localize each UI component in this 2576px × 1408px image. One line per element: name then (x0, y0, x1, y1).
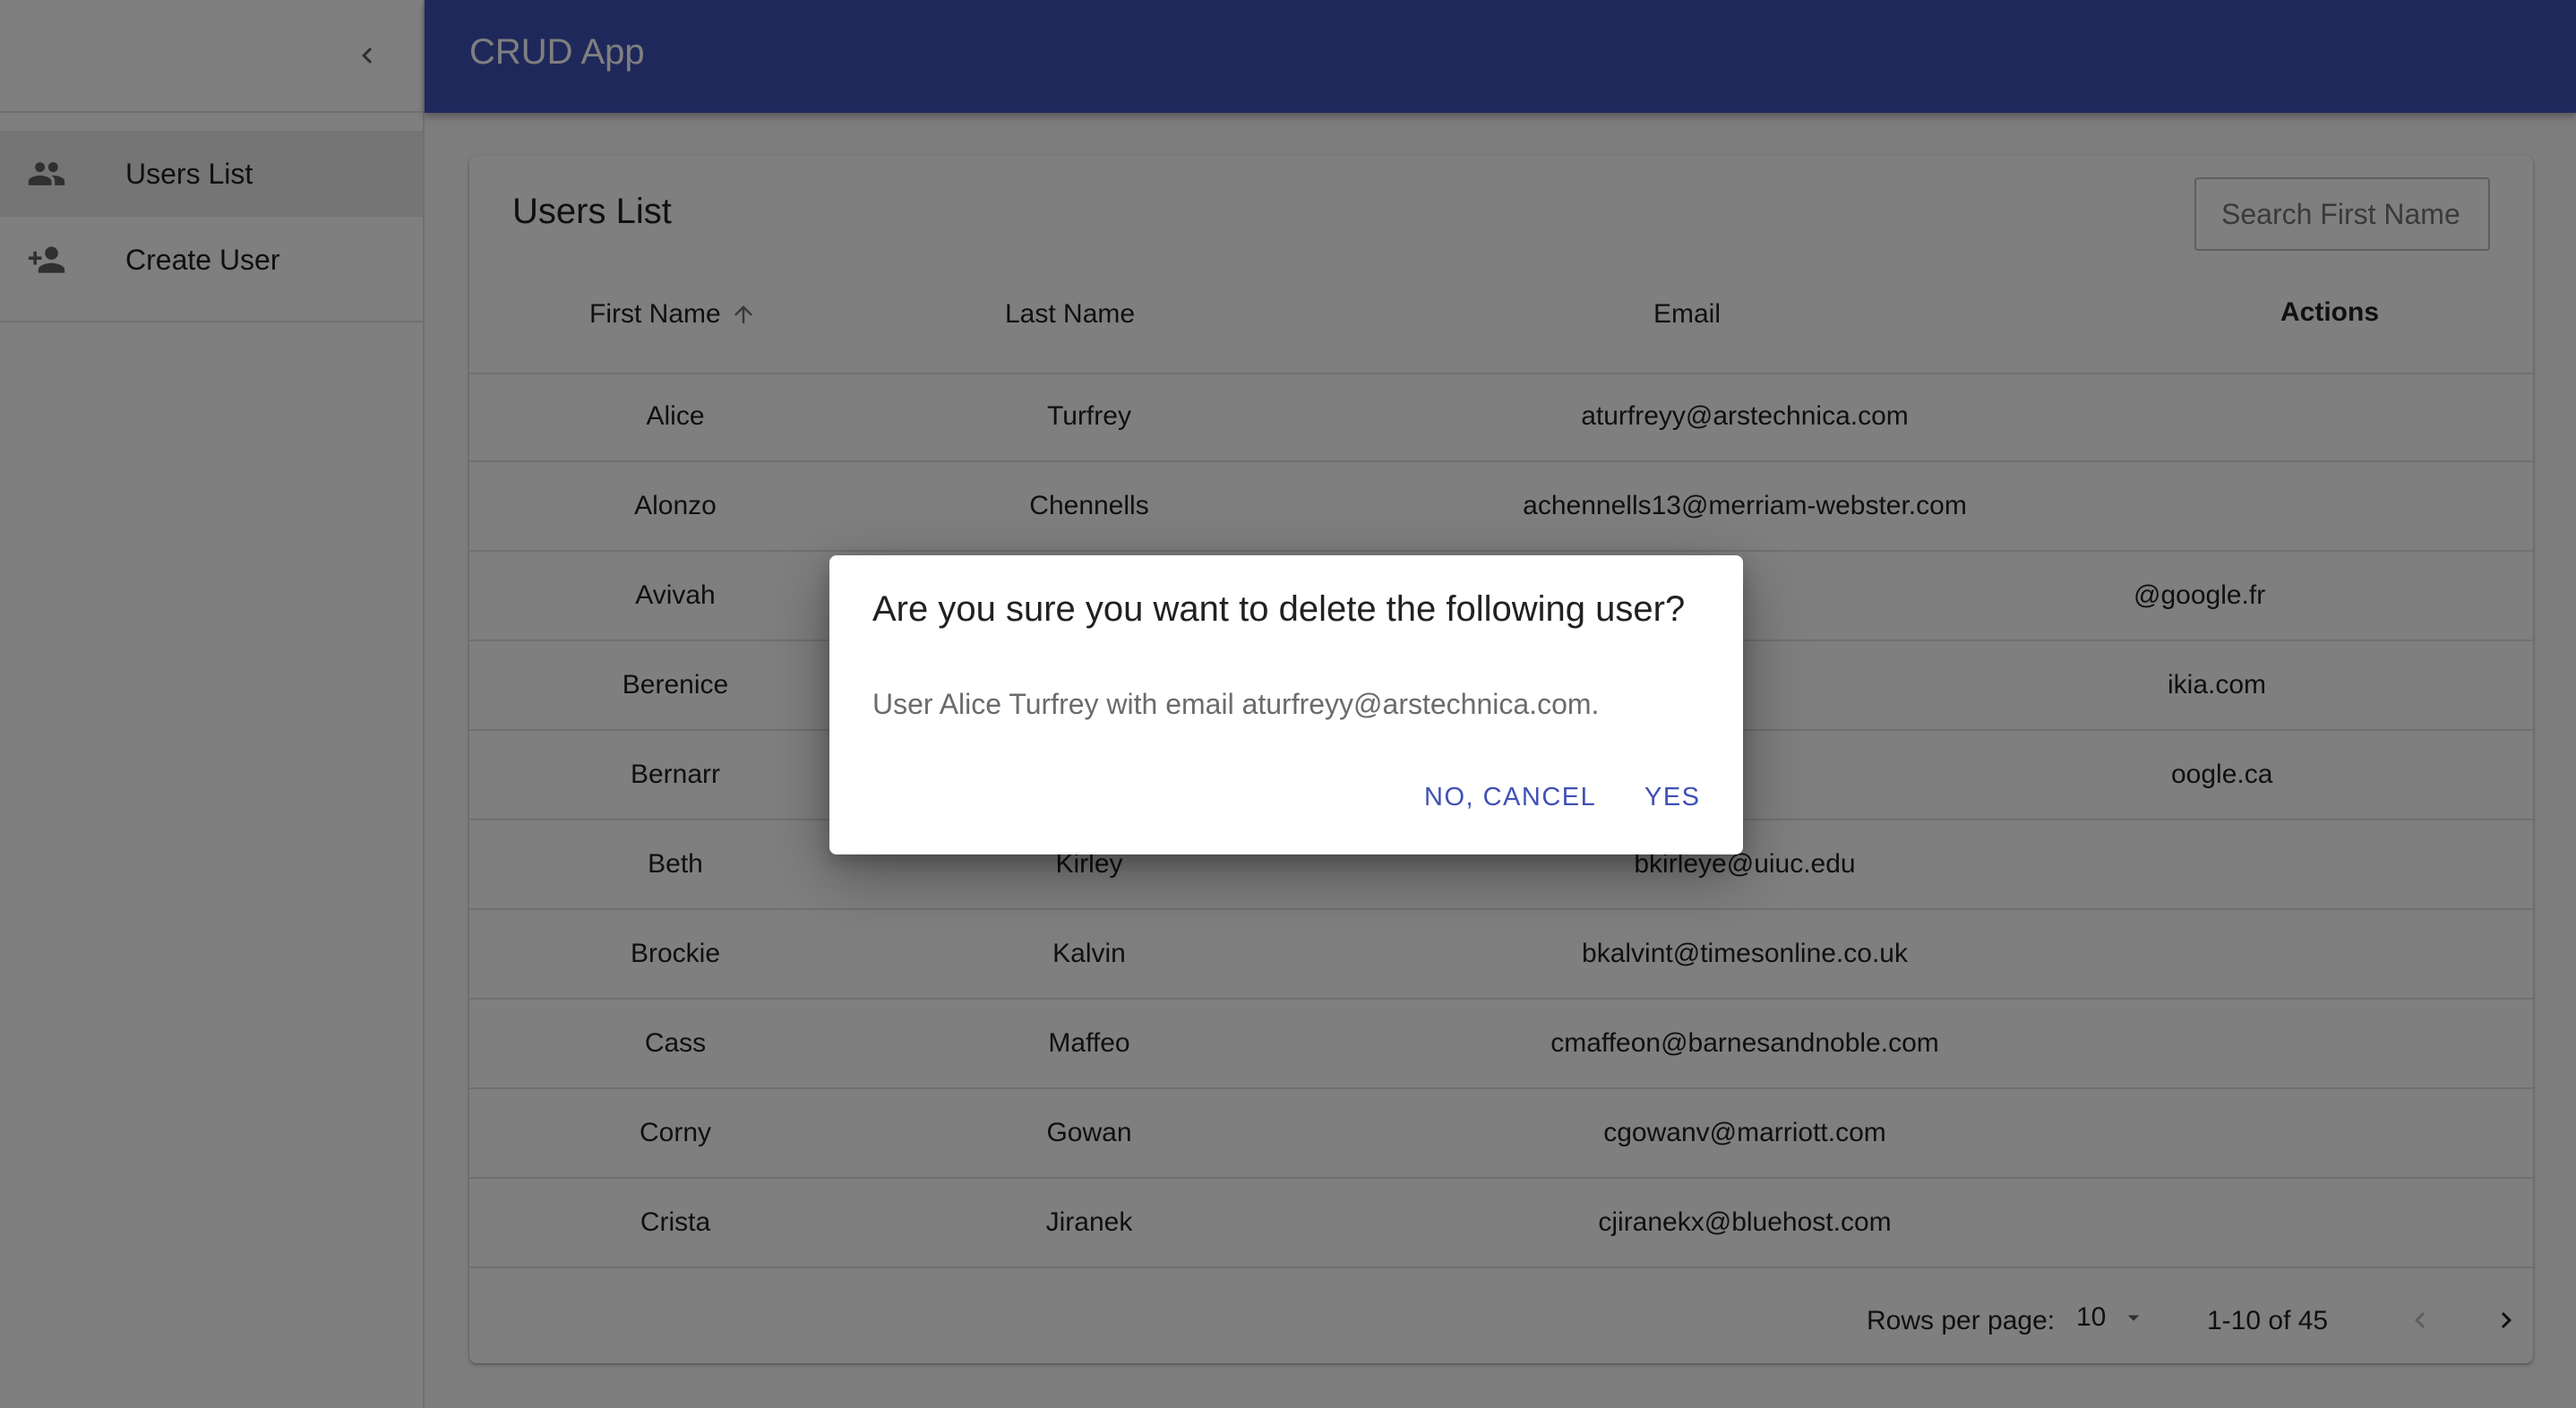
cancel-button[interactable]: NO, CANCEL (1424, 783, 1596, 812)
dialog-title: Are you sure you want to delete the foll… (872, 589, 1686, 629)
dialog-message: User Alice Turfrey with email aturfreyy@… (872, 688, 1600, 720)
confirm-delete-button[interactable]: YES (1644, 783, 1701, 812)
delete-confirm-dialog: Are you sure you want to delete the foll… (829, 555, 1743, 854)
